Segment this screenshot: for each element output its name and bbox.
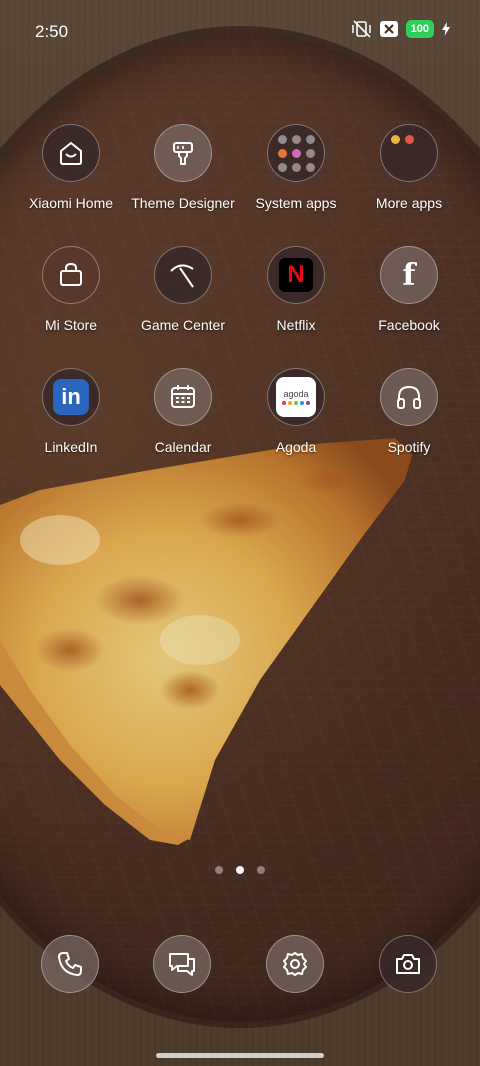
phone-icon [58, 952, 82, 976]
app-label: Spotify [387, 439, 431, 455]
dock-camera[interactable] [379, 935, 437, 993]
agoda-icon: agoda [267, 368, 325, 426]
camera-icon [396, 954, 420, 974]
messages-icon [169, 953, 195, 976]
headphones-icon [380, 368, 438, 426]
app-label: Netflix [276, 317, 316, 333]
netflix-logo-text: N [287, 261, 305, 288]
app-label: Xiaomi Home [28, 195, 114, 211]
app-label: Agoda [275, 439, 317, 455]
folder-icon [380, 124, 438, 182]
app-label: Calendar [154, 439, 212, 455]
page-dot [257, 866, 265, 874]
agoda-logo-text: agoda [283, 389, 309, 399]
game-center-icon [154, 246, 212, 304]
page-indicator[interactable] [0, 866, 480, 874]
shopping-bag-icon [42, 246, 100, 304]
folder-more-apps[interactable]: More apps [353, 124, 465, 211]
app-netflix[interactable]: N Netflix [240, 246, 352, 333]
close-box-icon [379, 21, 398, 37]
app-theme-designer[interactable]: Theme Designer [127, 124, 239, 211]
clock: 2:50 [35, 22, 69, 41]
dock-phone[interactable] [41, 935, 99, 993]
calendar-icon [154, 368, 212, 426]
page-dot [215, 866, 223, 874]
app-label: Game Center [140, 317, 226, 333]
dock-messages[interactable] [153, 935, 211, 993]
app-linkedin[interactable]: in LinkedIn [15, 368, 127, 455]
app-label: System apps [255, 195, 337, 211]
app-game-center[interactable]: Game Center [127, 246, 239, 333]
linkedin-icon: in [42, 368, 100, 426]
charging-bolt-icon [442, 22, 450, 36]
folder-system-apps[interactable]: System apps [240, 124, 352, 211]
app-label: Facebook [378, 317, 440, 333]
facebook-icon: f [380, 246, 438, 304]
settings-icon [283, 952, 307, 976]
app-spotify[interactable]: Spotify [353, 368, 465, 455]
facebook-logo-text: f [402, 257, 416, 293]
theme-designer-icon [154, 124, 212, 182]
app-label: LinkedIn [44, 439, 98, 455]
folder-icon [267, 124, 325, 182]
app-mi-store[interactable]: Mi Store [15, 246, 127, 333]
app-agoda[interactable]: agoda Agoda [240, 368, 352, 455]
home-indicator-bar[interactable] [156, 1053, 324, 1058]
page-dot-active [236, 866, 244, 874]
vibrate-off-icon [351, 20, 371, 38]
status-bar: 2:50 100 [0, 0, 480, 62]
app-label: Theme Designer [131, 195, 235, 211]
linkedin-logo-text: in [53, 379, 89, 415]
xiaomi-home-icon [42, 124, 100, 182]
battery-indicator: 100 [405, 20, 434, 38]
app-facebook[interactable]: f Facebook [353, 246, 465, 333]
dock-settings[interactable] [266, 935, 324, 993]
app-label: Mi Store [44, 317, 98, 333]
app-xiaomi-home[interactable]: Xiaomi Home [15, 124, 127, 211]
netflix-icon: N [267, 246, 325, 304]
app-label: More apps [375, 195, 443, 211]
app-calendar[interactable]: Calendar [127, 368, 239, 455]
